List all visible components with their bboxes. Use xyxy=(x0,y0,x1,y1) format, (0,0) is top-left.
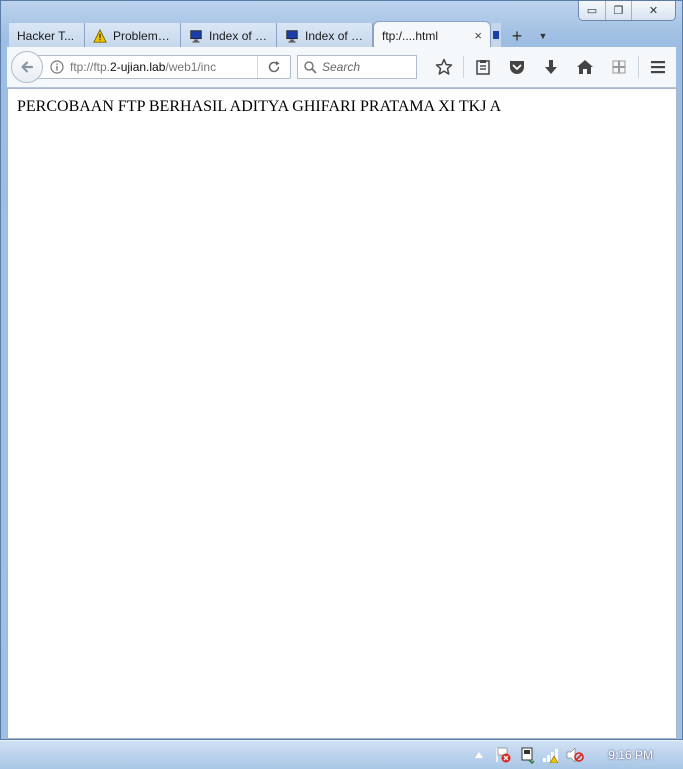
pocket-icon xyxy=(510,61,524,74)
windows-button[interactable] xyxy=(602,55,636,79)
tab-label: ftp:/....html xyxy=(382,28,439,43)
tab-ftp-active[interactable]: ftp:/....html × xyxy=(373,21,491,49)
reload-button[interactable] xyxy=(257,56,290,78)
tab-index-2[interactable]: Index of f... xyxy=(277,23,373,49)
browser-window: ▭ ❐ ✕ Hacker T... Problem l... Index of … xyxy=(0,0,683,740)
window-caption-buttons: ▭ ❐ ✕ xyxy=(578,1,676,21)
search-icon xyxy=(304,60,317,74)
url-bar[interactable]: ftp://ftp.2-ujian.lab/web1/inc xyxy=(35,55,291,79)
home-icon xyxy=(577,60,593,74)
open-menu-button[interactable] xyxy=(641,55,675,79)
monitor-icon xyxy=(493,31,499,39)
tab-index-1[interactable]: Index of f... xyxy=(181,23,277,49)
downloads-button[interactable] xyxy=(534,55,568,79)
monitor-icon xyxy=(286,30,298,43)
hamburger-menu-icon xyxy=(651,61,665,74)
url-prefix: ftp://ftp. xyxy=(70,60,111,74)
signal-bars-icon xyxy=(543,749,559,763)
minimize-button[interactable]: ▭ xyxy=(579,1,605,20)
search-field[interactable]: Search xyxy=(297,55,417,79)
home-button[interactable] xyxy=(568,55,602,79)
tab-hacker[interactable]: Hacker T... xyxy=(9,23,85,49)
navigation-toolbar: ftp://ftp.2-ujian.lab/web1/inc Search xyxy=(7,47,676,88)
flag-error-icon xyxy=(496,747,511,763)
show-hidden-icons[interactable] xyxy=(470,746,488,764)
bookmark-star-button[interactable] xyxy=(427,55,461,79)
url-domain: 2-ujian.lab xyxy=(110,60,166,74)
list-all-tabs-button[interactable]: ▼ xyxy=(533,23,553,49)
speaker-mute-icon xyxy=(567,747,585,763)
restore-button[interactable]: ❐ xyxy=(605,1,631,20)
monitor-icon xyxy=(190,30,202,43)
tab-label: Index of f... xyxy=(209,29,268,43)
toolbar-icons xyxy=(427,55,675,79)
url-text[interactable]: ftp://ftp.2-ujian.lab/web1/inc xyxy=(70,60,228,74)
toolbar-separator xyxy=(638,56,639,78)
tab-label: Hacker T... xyxy=(17,29,75,43)
star-icon xyxy=(435,58,453,75)
reading-list-button[interactable] xyxy=(466,55,500,79)
usb-device-icon[interactable] xyxy=(518,746,536,764)
clipboard-icon xyxy=(476,60,490,75)
warning-icon xyxy=(93,29,107,43)
close-tab-icon[interactable]: × xyxy=(474,28,482,43)
back-button[interactable] xyxy=(11,51,43,83)
volume-muted-icon[interactable] xyxy=(566,746,585,764)
usb-icon xyxy=(521,747,535,764)
chevron-up-icon xyxy=(475,752,484,758)
system-tray: 9:16 PM xyxy=(470,746,675,764)
action-center-icon[interactable] xyxy=(494,746,512,764)
tab-problem[interactable]: Problem l... xyxy=(85,23,181,49)
download-arrow-icon xyxy=(545,60,557,74)
close-window-button[interactable]: ✕ xyxy=(631,1,675,20)
back-arrow-icon xyxy=(21,61,34,73)
search-placeholder: Search xyxy=(322,60,361,74)
toolbar-separator xyxy=(463,56,464,78)
taskbar-clock[interactable]: 9:16 PM xyxy=(608,748,653,762)
windows-logo-icon xyxy=(612,60,626,74)
page-content: PERCOBAAN FTP BERHASIL ADITYA GHIFARI PR… xyxy=(7,88,677,739)
taskbar: 9:16 PM xyxy=(0,740,683,769)
tab-label: Index of f... xyxy=(305,29,364,43)
tab-label: Problem l... xyxy=(113,29,172,43)
page-body-text: PERCOBAAN FTP BERHASIL ADITYA GHIFARI PR… xyxy=(17,98,502,115)
tab-strip: Hacker T... Problem l... Index of f... I… xyxy=(9,19,674,49)
network-icon[interactable] xyxy=(542,746,560,764)
info-icon[interactable] xyxy=(50,60,64,74)
overflow-tab[interactable] xyxy=(491,23,501,49)
new-tab-button[interactable]: + xyxy=(501,23,533,49)
reload-icon xyxy=(268,61,280,73)
pocket-button[interactable] xyxy=(500,55,534,79)
url-path: /web1/inc xyxy=(165,60,217,74)
